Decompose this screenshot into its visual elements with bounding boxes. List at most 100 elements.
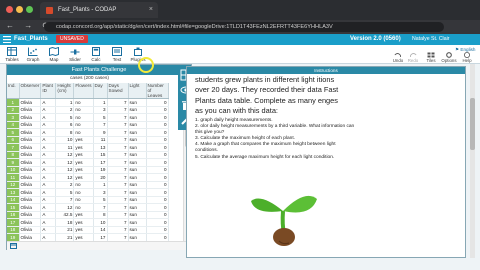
- table-cell[interactable]: 18: [55, 218, 75, 227]
- table-title-bar[interactable]: Fast Plants Challenge: [7, 65, 191, 75]
- table-cell[interactable]: 12: [55, 166, 75, 174]
- table-cell[interactable]: yes: [73, 211, 94, 219]
- table-row[interactable]: 9 Olivia A 12 yes 17 7 sun 0: [7, 158, 169, 167]
- table-cell[interactable]: sun: [128, 211, 147, 219]
- table-cell[interactable]: 17: [93, 233, 108, 241]
- table-cell[interactable]: 7: [107, 226, 129, 234]
- table-cell[interactable]: yes: [73, 143, 94, 152]
- row-index-cell[interactable]: 14: [7, 196, 20, 204]
- column-header[interactable]: Observer: [19, 83, 42, 99]
- table-row[interactable]: 2 Olivia A 2 no 3 7 sun 0: [7, 106, 169, 114]
- table-cell[interactable]: 2: [55, 106, 75, 114]
- table-cell[interactable]: 14: [93, 226, 108, 234]
- table-cell[interactable]: 0: [146, 106, 169, 114]
- table-cell[interactable]: 0: [146, 173, 169, 182]
- table-cell[interactable]: 8: [93, 211, 108, 219]
- row-index-cell[interactable]: 9: [7, 158, 20, 167]
- maximize-window-icon[interactable]: [26, 6, 33, 13]
- table-cell[interactable]: 2: [55, 181, 75, 189]
- column-header[interactable]: Number of Leaves: [146, 83, 169, 99]
- table-cell[interactable]: sun: [128, 196, 147, 204]
- close-window-icon[interactable]: [6, 6, 13, 13]
- table-cell[interactable]: sun: [128, 203, 147, 212]
- table-row[interactable]: 14 Olivia A 7 no 5 7 sun 0: [7, 196, 169, 204]
- text-tool[interactable]: Text: [107, 46, 127, 63]
- row-index-cell[interactable]: 8: [7, 151, 20, 159]
- table-cell[interactable]: Olivia: [19, 136, 42, 144]
- table-cell[interactable]: A: [40, 218, 57, 227]
- map-tool[interactable]: Map: [44, 46, 64, 63]
- table-row[interactable]: 5 Olivia A 8 no 9 7 sun 0: [7, 128, 169, 137]
- table-cell[interactable]: 42.5: [55, 211, 75, 219]
- table-cell[interactable]: yes: [73, 136, 94, 144]
- table-cell[interactable]: yes: [73, 226, 94, 234]
- tab-close-icon[interactable]: ×: [149, 2, 153, 18]
- row-index-cell[interactable]: 12: [7, 181, 20, 189]
- table-row[interactable]: 16 Olivia A 42.5 yes 8 7 sun 0: [7, 211, 169, 219]
- table-cell[interactable]: no: [73, 188, 94, 197]
- column-header[interactable]: Days Sowed: [107, 83, 129, 99]
- table-cell[interactable]: 7: [107, 181, 129, 189]
- case-table-tile[interactable]: Fast Plants Challenge cases (200 cases) …: [6, 64, 192, 250]
- table-cell[interactable]: 0: [146, 196, 169, 204]
- table-row[interactable]: 17 Olivia A 18 yes 10 7 sun 0: [7, 218, 169, 227]
- table-cell[interactable]: 7: [107, 196, 129, 204]
- table-cell[interactable]: A: [40, 233, 57, 241]
- table-cell[interactable]: 5: [93, 113, 108, 122]
- table-cell[interactable]: Olivia: [19, 143, 42, 152]
- table-cell[interactable]: 7: [107, 136, 129, 144]
- table-cell[interactable]: 5: [93, 196, 108, 204]
- table-cell[interactable]: 15: [93, 151, 108, 159]
- table-cell[interactable]: no: [73, 106, 94, 114]
- table-cell[interactable]: sun: [128, 128, 147, 137]
- row-index-cell[interactable]: 15: [7, 203, 20, 212]
- table-cell[interactable]: A: [40, 113, 57, 122]
- table-cell[interactable]: sun: [128, 218, 147, 227]
- table-cell[interactable]: 7: [55, 196, 75, 204]
- row-index-cell[interactable]: 18: [7, 226, 20, 234]
- table-cell[interactable]: Olivia: [19, 233, 42, 241]
- table-cell[interactable]: A: [40, 196, 57, 204]
- column-header[interactable]: Flowers: [73, 83, 94, 99]
- table-cell[interactable]: 12: [55, 158, 75, 167]
- table-cell[interactable]: 8: [55, 128, 75, 137]
- table-cell[interactable]: sun: [128, 188, 147, 197]
- table-cell[interactable]: no: [73, 98, 94, 107]
- minimize-window-icon[interactable]: [16, 6, 23, 13]
- table-cell[interactable]: A: [40, 128, 57, 137]
- table-cell[interactable]: sun: [128, 143, 147, 152]
- table-cell[interactable]: A: [40, 158, 57, 167]
- table-cell[interactable]: Olivia: [19, 106, 42, 114]
- table-cell[interactable]: 7: [107, 98, 129, 107]
- column-header[interactable]: Ind.: [7, 83, 20, 99]
- table-cell[interactable]: 7: [107, 106, 129, 114]
- table-cell[interactable]: 5: [55, 113, 75, 122]
- row-index-cell[interactable]: 3: [7, 113, 20, 122]
- table-cell[interactable]: sun: [128, 106, 147, 114]
- tables-tool[interactable]: Tables: [2, 46, 22, 63]
- browser-tab[interactable]: Fast_Plants - CODAP ×: [40, 2, 158, 18]
- table-cell[interactable]: 20: [93, 173, 108, 182]
- table-row[interactable]: 4 Olivia A 6 no 7 7 sun 0: [7, 121, 169, 129]
- table-cell[interactable]: 0: [146, 143, 169, 152]
- row-index-cell[interactable]: 19: [7, 233, 20, 241]
- table-cell[interactable]: yes: [73, 233, 94, 241]
- table-cell[interactable]: Olivia: [19, 218, 42, 227]
- table-cell[interactable]: 7: [107, 143, 129, 152]
- table-cell[interactable]: 0: [146, 181, 169, 189]
- table-cell[interactable]: 7: [107, 211, 129, 219]
- row-index-cell[interactable]: 13: [7, 188, 20, 197]
- table-cell[interactable]: 7: [93, 203, 108, 212]
- table-row[interactable]: 11 Olivia A 12 yes 20 7 sun 0: [7, 173, 169, 182]
- table-cell[interactable]: 6: [55, 121, 75, 129]
- table-cell[interactable]: 0: [146, 211, 169, 219]
- table-cell[interactable]: A: [40, 151, 57, 159]
- table-cell[interactable]: Olivia: [19, 211, 42, 219]
- table-cell[interactable]: Olivia: [19, 151, 42, 159]
- table-cell[interactable]: A: [40, 173, 57, 182]
- table-cell[interactable]: Olivia: [19, 128, 42, 137]
- table-cell[interactable]: 21: [55, 233, 75, 241]
- table-row[interactable]: 6 Olivia A 10 yes 11 7 sun 0: [7, 136, 169, 144]
- table-cell[interactable]: yes: [73, 173, 94, 182]
- table-row[interactable]: 7 Olivia A 11 yes 13 7 sun 0: [7, 143, 169, 152]
